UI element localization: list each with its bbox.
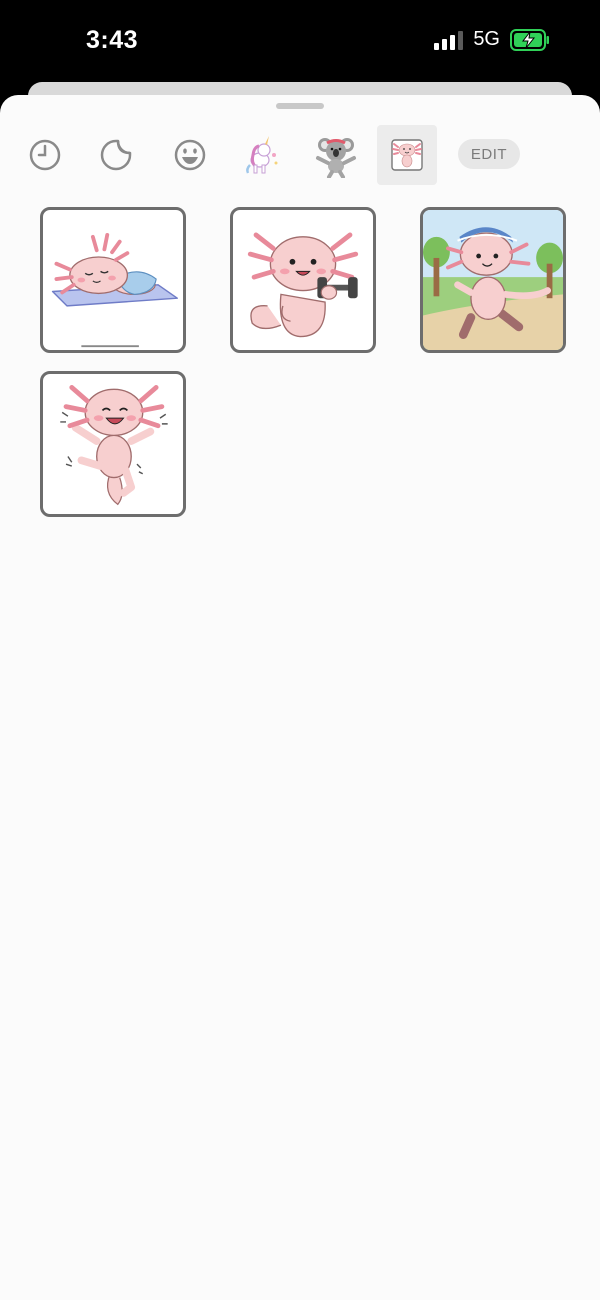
sticker-axolotl-running[interactable] bbox=[420, 207, 566, 353]
status-time: 3:43 bbox=[86, 26, 139, 54]
edit-button[interactable]: EDIT bbox=[458, 139, 520, 169]
status-indicators: 5G bbox=[434, 28, 550, 51]
koala-sticker-pack-icon[interactable] bbox=[306, 125, 366, 185]
axolotl-sticker-pack-icon[interactable] bbox=[377, 125, 437, 185]
smiley-face-icon[interactable] bbox=[160, 125, 220, 185]
network-type: 5G bbox=[473, 28, 500, 50]
sticker-axolotl-dumbbell[interactable] bbox=[230, 207, 376, 353]
sticker-peel-icon[interactable] bbox=[86, 125, 146, 185]
battery-charging-icon bbox=[510, 28, 549, 51]
status-bar: 3:43 5G bbox=[0, 0, 600, 85]
sticker-axolotl-dancing[interactable] bbox=[40, 371, 186, 517]
sheet-grabber[interactable] bbox=[276, 103, 324, 109]
cellular-signal-icon bbox=[434, 30, 464, 50]
sticker-sheet: EDIT bbox=[0, 95, 600, 1300]
recent-clock-icon[interactable] bbox=[15, 125, 75, 185]
unicorn-sticker-pack-icon[interactable] bbox=[230, 125, 290, 185]
sticker-category-bar: EDIT bbox=[0, 125, 600, 187]
sticker-axolotl-sleeping[interactable] bbox=[40, 207, 186, 353]
